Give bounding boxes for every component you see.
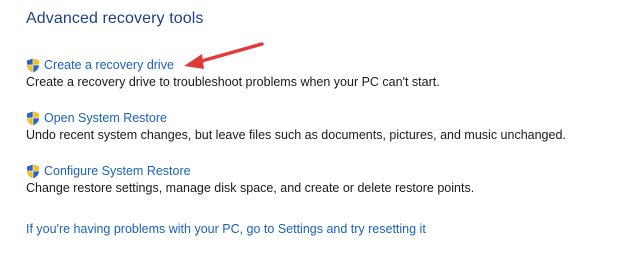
page-title: Advanced recovery tools	[26, 10, 204, 27]
uac-shield-icon	[27, 164, 39, 178]
tool-link-row: Configure System Restore	[26, 163, 474, 179]
tool-link-row: Open System Restore	[26, 110, 566, 126]
create-recovery-drive-description: Create a recovery drive to troubleshoot …	[26, 75, 440, 89]
red-arrow-annotation	[184, 42, 264, 69]
uac-shield-icon	[27, 111, 39, 125]
open-system-restore-description: Undo recent system changes, but leave fi…	[26, 128, 566, 142]
configure-system-restore-description: Change restore settings, manage disk spa…	[26, 181, 475, 195]
tool-open-system-restore: Open System Restore Undo recent system c…	[26, 110, 566, 142]
configure-system-restore-link[interactable]: Configure System Restore	[44, 164, 191, 178]
reset-pc-link[interactable]: If you're having problems with your PC, …	[26, 222, 426, 236]
tool-configure-system-restore: Configure System Restore Change restore …	[26, 163, 474, 195]
create-recovery-drive-link[interactable]: Create a recovery drive	[44, 58, 174, 72]
uac-shield-icon	[27, 58, 39, 72]
open-system-restore-link[interactable]: Open System Restore	[44, 111, 167, 125]
